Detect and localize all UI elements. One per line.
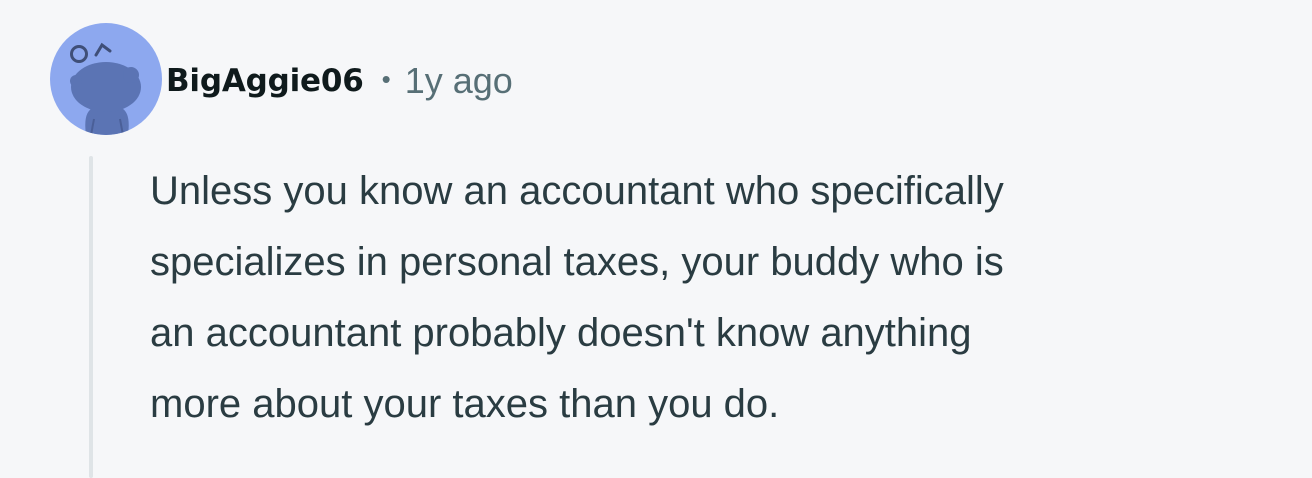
username-link[interactable]: BigAggie06 bbox=[166, 63, 364, 99]
avatar[interactable] bbox=[50, 23, 162, 135]
comment-body-line: an accountant probably doesn't know anyt… bbox=[150, 311, 972, 355]
comment-body: Unless you know an accountant who specif… bbox=[150, 156, 1290, 440]
snoo-avatar-icon bbox=[70, 42, 141, 135]
comment: BigAggie06 • 1y ago Unless you know an a… bbox=[0, 0, 1312, 478]
comment-timestamp[interactable]: 1y ago bbox=[405, 60, 513, 102]
thread-line[interactable] bbox=[89, 156, 93, 478]
meta-separator: • bbox=[381, 63, 391, 94]
comment-header: BigAggie06 • 1y ago bbox=[166, 56, 513, 106]
comment-body-line: specializes in personal taxes, your budd… bbox=[150, 240, 1004, 284]
comment-body-line: Unless you know an accountant who specif… bbox=[150, 169, 1004, 213]
comment-body-line: more about your taxes than you do. bbox=[150, 382, 780, 426]
